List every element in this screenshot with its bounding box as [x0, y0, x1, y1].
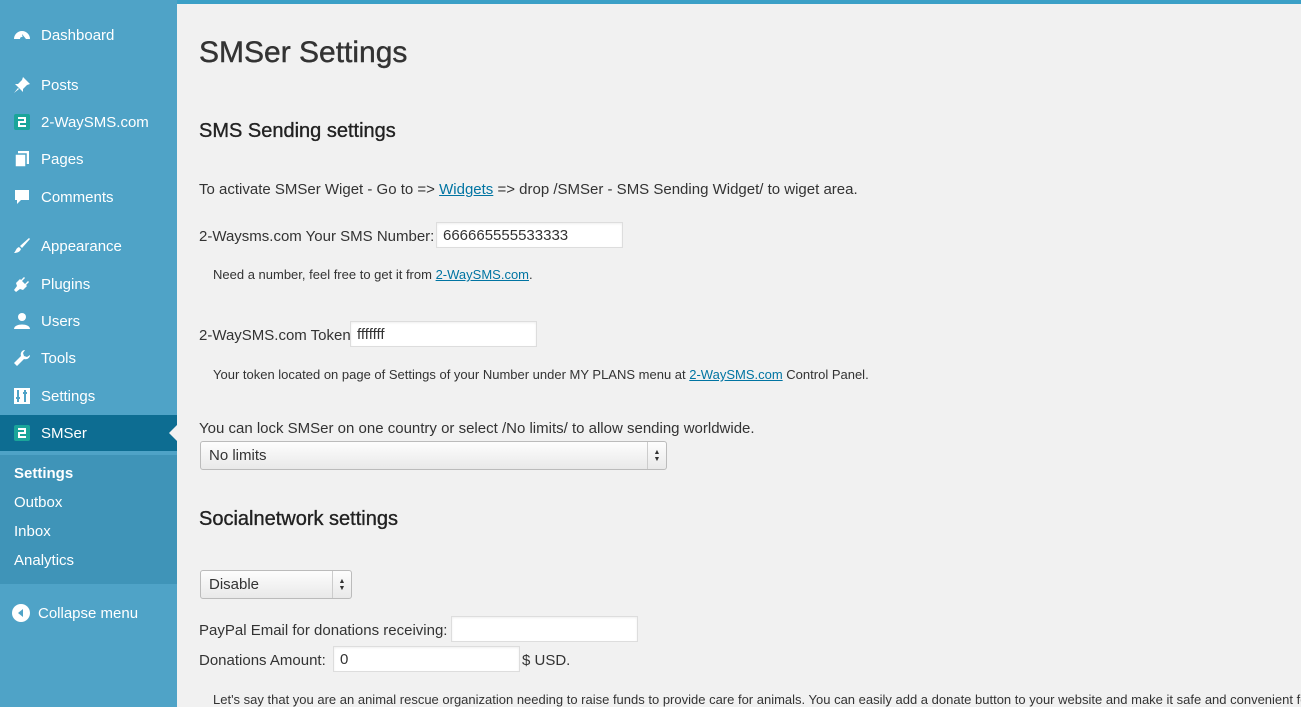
donations-amount-input[interactable]	[333, 646, 520, 672]
brush-icon	[12, 236, 32, 256]
country-select-value: No limits	[209, 447, 267, 464]
donation-description: Let's say that you are an animal rescue …	[213, 692, 1301, 707]
main-content: SMSer Settings SMS Sending settings To a…	[177, 4, 1301, 707]
sidebar-item-2waysms[interactable]: 2-WaySMS.com	[0, 104, 177, 140]
sidebar-item-comments[interactable]: Comments	[0, 179, 177, 215]
country-lock-text: You can lock SMSer on one country or sel…	[199, 420, 755, 437]
sidebar-item-label: Comments	[41, 188, 114, 206]
two-way-sms-link[interactable]: 2-WaySMS.com	[436, 267, 529, 282]
sidebar-item-tools[interactable]: Tools	[0, 340, 177, 376]
widgets-link[interactable]: Widgets	[439, 181, 493, 198]
paypal-email-label: PayPal Email for donations receiving:	[199, 622, 448, 639]
sms-number-input[interactable]	[436, 222, 623, 248]
sidebar-item-label: Plugins	[41, 275, 91, 293]
comment-icon	[12, 187, 32, 207]
wrench-icon	[12, 348, 32, 368]
sidebar-item-label: Users	[41, 312, 81, 330]
sidebar-item-pages[interactable]: Pages	[0, 141, 177, 177]
pages-icon	[12, 149, 32, 169]
token-help-suffix: Control Panel.	[786, 367, 869, 382]
submenu-item-analytics[interactable]: Analytics	[14, 552, 74, 569]
admin-sidebar: Dashboard Posts 2-WaySMS.com Pages Comme…	[0, 0, 177, 707]
submenu-item-outbox[interactable]: Outbox	[14, 494, 62, 511]
social-select-value: Disable	[209, 576, 260, 593]
activate-suffix: => drop /SMSer - SMS Sending Widget/ to …	[497, 181, 858, 198]
two-way-sms-icon	[12, 423, 32, 443]
sidebar-item-plugins[interactable]: Plugins	[0, 266, 177, 302]
activate-prefix: To activate SMSer Wiget - Go to =>	[199, 181, 435, 198]
social-select[interactable]: Disable ▲ ▼	[200, 570, 352, 599]
sidebar-item-label: Tools	[41, 349, 77, 367]
sidebar-item-dashboard[interactable]: Dashboard	[0, 17, 177, 53]
submenu-item-settings[interactable]: Settings	[14, 465, 73, 482]
sidebar-item-posts[interactable]: Posts	[0, 67, 177, 103]
collapse-arrow-icon	[12, 604, 30, 622]
dashboard-icon	[12, 25, 32, 45]
activate-instructions: To activate SMSer Wiget - Go to => Widge…	[199, 181, 858, 198]
select-arrows-icon: ▲ ▼	[332, 571, 351, 598]
sidebar-item-label: 2-WaySMS.com	[41, 113, 149, 131]
sidebar-item-label: Pages	[41, 150, 84, 168]
plug-icon	[12, 274, 32, 294]
sidebar-item-label: SMSer	[41, 424, 87, 442]
smser-submenu: Settings Outbox Inbox Analytics	[0, 455, 177, 584]
submenu-item-inbox[interactable]: Inbox	[14, 523, 51, 540]
page-title: SMSer Settings	[199, 36, 408, 69]
token-help-text: Your token located on page of Settings o…	[213, 367, 869, 382]
sidebar-item-label: Settings	[41, 387, 96, 405]
collapse-menu-button[interactable]: Collapse menu	[12, 604, 138, 622]
social-section-title: Socialnetwork settings	[199, 508, 398, 530]
sidebar-item-label: Posts	[41, 76, 79, 94]
user-icon	[12, 311, 32, 331]
sliders-icon	[12, 386, 32, 406]
sidebar-item-smser[interactable]: SMSer	[0, 415, 177, 451]
donations-unit: $ USD.	[522, 652, 571, 669]
two-way-sms-icon	[12, 112, 32, 132]
sidebar-item-users[interactable]: Users	[0, 303, 177, 339]
two-way-sms-control-panel-link[interactable]: 2-WaySMS.com	[689, 367, 782, 382]
active-indicator-arrow	[169, 425, 177, 441]
sidebar-item-appearance[interactable]: Appearance	[0, 228, 177, 264]
token-help-prefix: Your token located on page of Settings o…	[213, 367, 686, 382]
number-help-suffix: .	[529, 267, 533, 282]
number-help-text: Need a number, feel free to get it from …	[213, 267, 533, 282]
sms-number-label: 2-Waysms.com Your SMS Number:	[199, 228, 435, 245]
pin-icon	[12, 75, 32, 95]
token-label: 2-WaySMS.com Token	[199, 327, 351, 344]
country-select[interactable]: No limits ▲ ▼	[200, 441, 667, 470]
sms-section-title: SMS Sending settings	[199, 120, 396, 142]
number-help-prefix: Need a number, feel free to get it from	[213, 267, 432, 282]
donations-amount-label: Donations Amount:	[199, 652, 326, 669]
select-arrows-icon: ▲ ▼	[647, 442, 666, 469]
sidebar-item-label: Dashboard	[41, 26, 115, 44]
collapse-menu-label: Collapse menu	[38, 604, 139, 622]
sidebar-item-settings[interactable]: Settings	[0, 378, 177, 414]
sidebar-item-label: Appearance	[41, 237, 122, 255]
paypal-email-input[interactable]	[451, 616, 638, 642]
token-input[interactable]	[350, 321, 537, 347]
